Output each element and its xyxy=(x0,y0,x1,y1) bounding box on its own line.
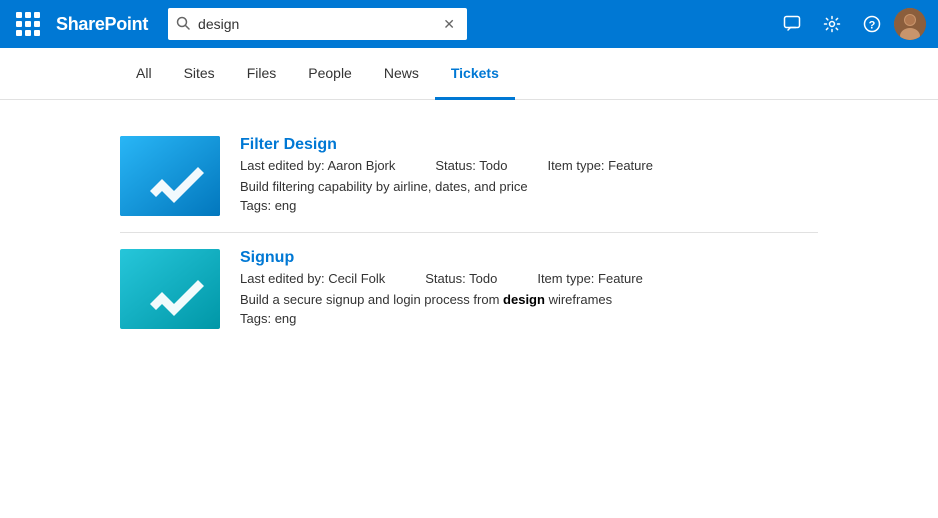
app-header: SharePoint ✕ ? xyxy=(0,0,938,48)
tab-all[interactable]: All xyxy=(120,48,168,100)
status: Status: Todo xyxy=(425,271,497,286)
tab-files[interactable]: Files xyxy=(231,48,293,100)
result-thumbnail xyxy=(120,249,220,329)
result-thumbnail xyxy=(120,136,220,216)
result-item: Signup Last edited by: Cecil Folk Status… xyxy=(120,233,818,345)
user-avatar[interactable] xyxy=(894,8,926,40)
item-type: Item type: Feature xyxy=(547,158,653,173)
last-edited: Last edited by: Aaron Bjork xyxy=(240,158,395,173)
help-icon-button[interactable]: ? xyxy=(854,6,890,42)
waffle-menu-button[interactable] xyxy=(12,8,44,40)
search-input[interactable] xyxy=(194,16,439,32)
status: Status: Todo xyxy=(435,158,507,173)
result-item: Filter Design Last edited by: Aaron Bjor… xyxy=(120,120,818,233)
search-box: ✕ xyxy=(168,8,467,40)
result-details: Signup Last edited by: Cecil Folk Status… xyxy=(240,249,818,326)
result-description: Build filtering capability by airline, d… xyxy=(240,179,818,194)
item-type: Item type: Feature xyxy=(537,271,643,286)
tab-news[interactable]: News xyxy=(368,48,435,100)
search-clear-button[interactable]: ✕ xyxy=(439,14,459,35)
settings-icon-button[interactable] xyxy=(814,6,850,42)
result-description: Build a secure signup and login process … xyxy=(240,292,818,307)
result-tags: Tags: eng xyxy=(240,198,818,213)
app-name: SharePoint xyxy=(56,14,148,35)
navigation-tabs: All Sites Files People News Tickets xyxy=(0,48,938,100)
tab-sites[interactable]: Sites xyxy=(168,48,231,100)
tab-tickets[interactable]: Tickets xyxy=(435,48,515,100)
tab-people[interactable]: People xyxy=(292,48,368,100)
result-title[interactable]: Filter Design xyxy=(240,136,818,154)
result-meta: Last edited by: Cecil Folk Status: Todo … xyxy=(240,271,818,286)
result-title[interactable]: Signup xyxy=(240,249,818,267)
search-icon xyxy=(176,16,190,33)
svg-text:?: ? xyxy=(869,20,876,32)
result-details: Filter Design Last edited by: Aaron Bjor… xyxy=(240,136,818,213)
search-results: Filter Design Last edited by: Aaron Bjor… xyxy=(0,100,938,365)
header-actions: ? xyxy=(774,6,926,42)
result-meta: Last edited by: Aaron Bjork Status: Todo… xyxy=(240,158,818,173)
last-edited: Last edited by: Cecil Folk xyxy=(240,271,385,286)
result-tags: Tags: eng xyxy=(240,311,818,326)
chat-icon-button[interactable] xyxy=(774,6,810,42)
